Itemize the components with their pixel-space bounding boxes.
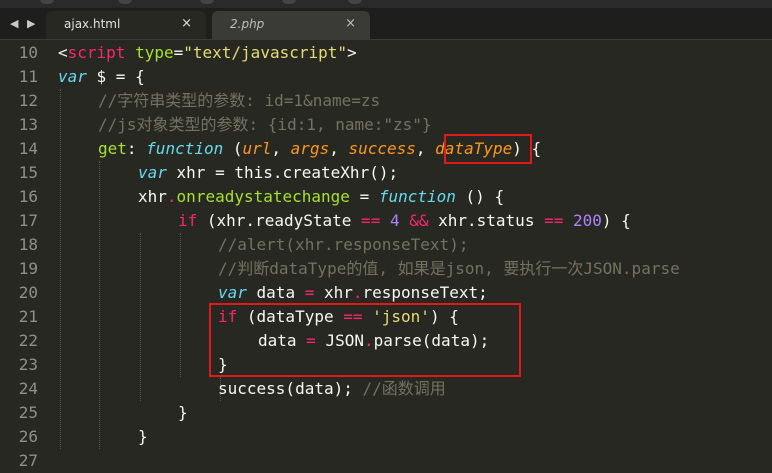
forward-icon[interactable]: ▶ [27, 8, 35, 39]
line-number: 17 [18, 211, 38, 230]
tab-2-php[interactable]: 2.php × [212, 11, 370, 39]
tab-bar: ◀ ▶ ajax.html × 2.php × [0, 8, 772, 40]
tab-ajax-html[interactable]: ajax.html × [46, 11, 206, 39]
line-number: 21 [18, 307, 38, 326]
line-number-gutter: 10 11 12 13 14 15 16 17 18 19 20 21 22 2… [0, 40, 46, 470]
code-line-10: <script type="text/javascript"> [58, 43, 357, 62]
line-number: 20 [18, 283, 38, 302]
line-number: 12 [18, 91, 38, 110]
line-number: 10 [18, 43, 38, 62]
indent-guide [180, 233, 181, 377]
line-number: 27 [18, 451, 38, 470]
code-line-12: //字符串类型的参数: id=1&name=zs [98, 91, 381, 110]
line-number: 24 [18, 379, 38, 398]
line-number: 19 [18, 259, 38, 278]
line-number: 11 [18, 67, 38, 86]
tab-label: 2.php [230, 17, 265, 31]
code-line-17: if (xhr.readyState == 4 && xhr.status ==… [178, 211, 631, 230]
line-number: 26 [18, 427, 38, 446]
back-icon[interactable]: ◀ [10, 8, 18, 39]
code-line-24: success(data); //函数调用 [218, 379, 446, 398]
code-line-19: //判断dataType的值, 如果是json, 要执行一次JSON.parse [218, 259, 680, 278]
code-line-13: //js对象类型的参数: {id:1, name:"zs"} [98, 115, 432, 134]
json-parse-highlight-box [209, 303, 521, 377]
tab-label: ajax.html [64, 17, 121, 31]
indent-guide [60, 89, 61, 449]
line-number: 23 [18, 355, 38, 374]
code-line-15: var xhr = this.createXhr(); [138, 163, 399, 182]
datatype-highlight-box [444, 134, 532, 164]
code-line-20: var data = xhr.responseText; [218, 283, 488, 302]
code-editor[interactable]: 10 11 12 13 14 15 16 17 18 19 20 21 22 2… [0, 40, 772, 470]
code-line-18: //alert(xhr.responseText); [218, 235, 469, 254]
window-top-strip [0, 0, 772, 8]
line-number: 15 [18, 163, 38, 182]
close-icon[interactable]: × [181, 16, 192, 31]
code-line-26: } [138, 427, 148, 446]
line-number: 14 [18, 139, 38, 158]
line-number: 22 [18, 331, 38, 350]
line-number: 25 [18, 403, 38, 422]
indent-guide [140, 233, 141, 401]
line-number: 13 [18, 115, 38, 134]
code-line-11: var $ = { [58, 67, 145, 86]
code-line-25: } [178, 403, 188, 422]
indent-guide [99, 161, 100, 449]
line-number: 16 [18, 187, 38, 206]
code-line-16: xhr.onreadystatechange = function () { [138, 187, 505, 206]
line-number: 18 [18, 235, 38, 254]
close-icon[interactable]: × [345, 16, 356, 31]
